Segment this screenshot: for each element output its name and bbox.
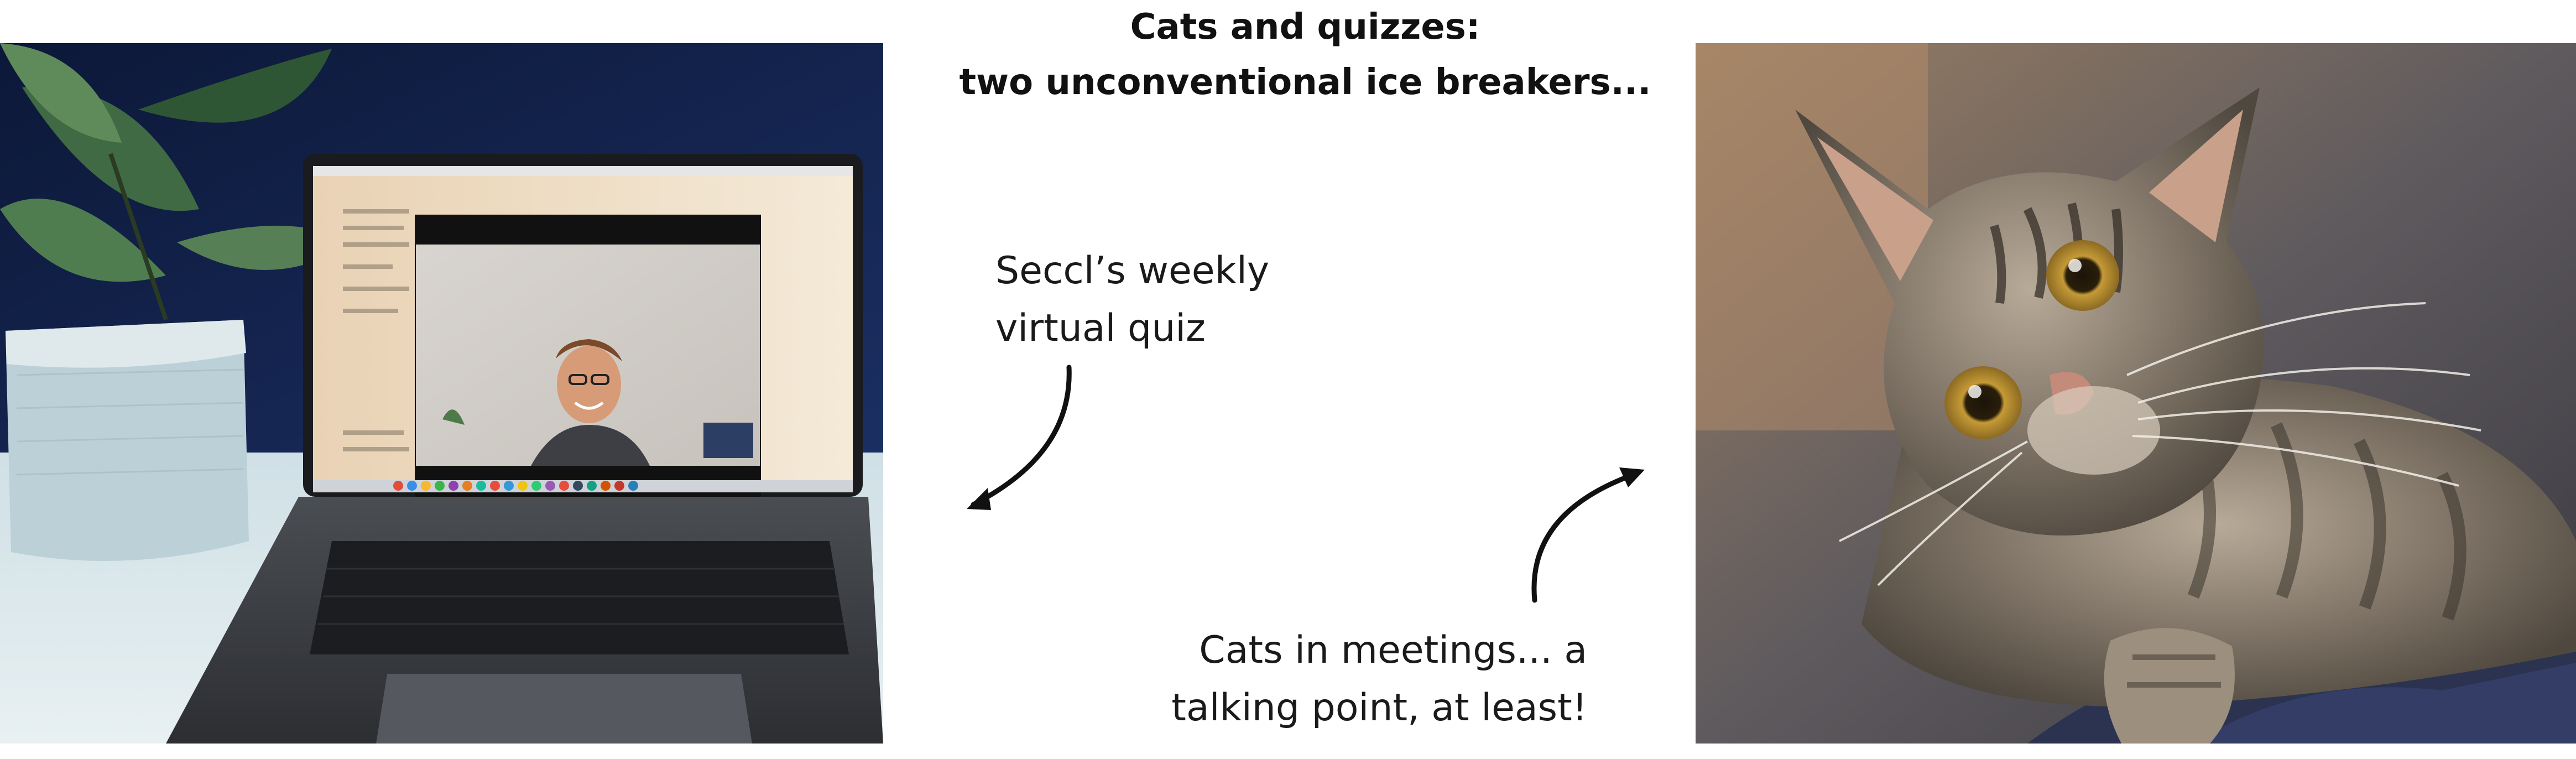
quiz-caption: Seccl’s weekly virtual quiz — [995, 242, 1269, 357]
cats-caption: Cats in meetings... a talking point, at … — [1150, 622, 1587, 737]
title-line-1: Cats and quizzes: — [1130, 7, 1480, 48]
cats-caption-line-2: talking point, at least! — [1171, 686, 1587, 730]
arrow-to-cat-icon — [1531, 467, 1645, 603]
title-line-2: two unconventional ice breakers... — [959, 62, 1651, 103]
arrow-to-laptop-icon — [967, 365, 1072, 510]
laptop-video-call-photo — [0, 43, 883, 744]
quiz-caption-line-2: virtual quiz — [995, 306, 1206, 350]
tabby-cat-photo — [1696, 43, 2576, 744]
cats-caption-line-1: Cats in meetings... a — [1199, 628, 1587, 672]
quiz-caption-line-1: Seccl’s weekly — [995, 249, 1270, 293]
